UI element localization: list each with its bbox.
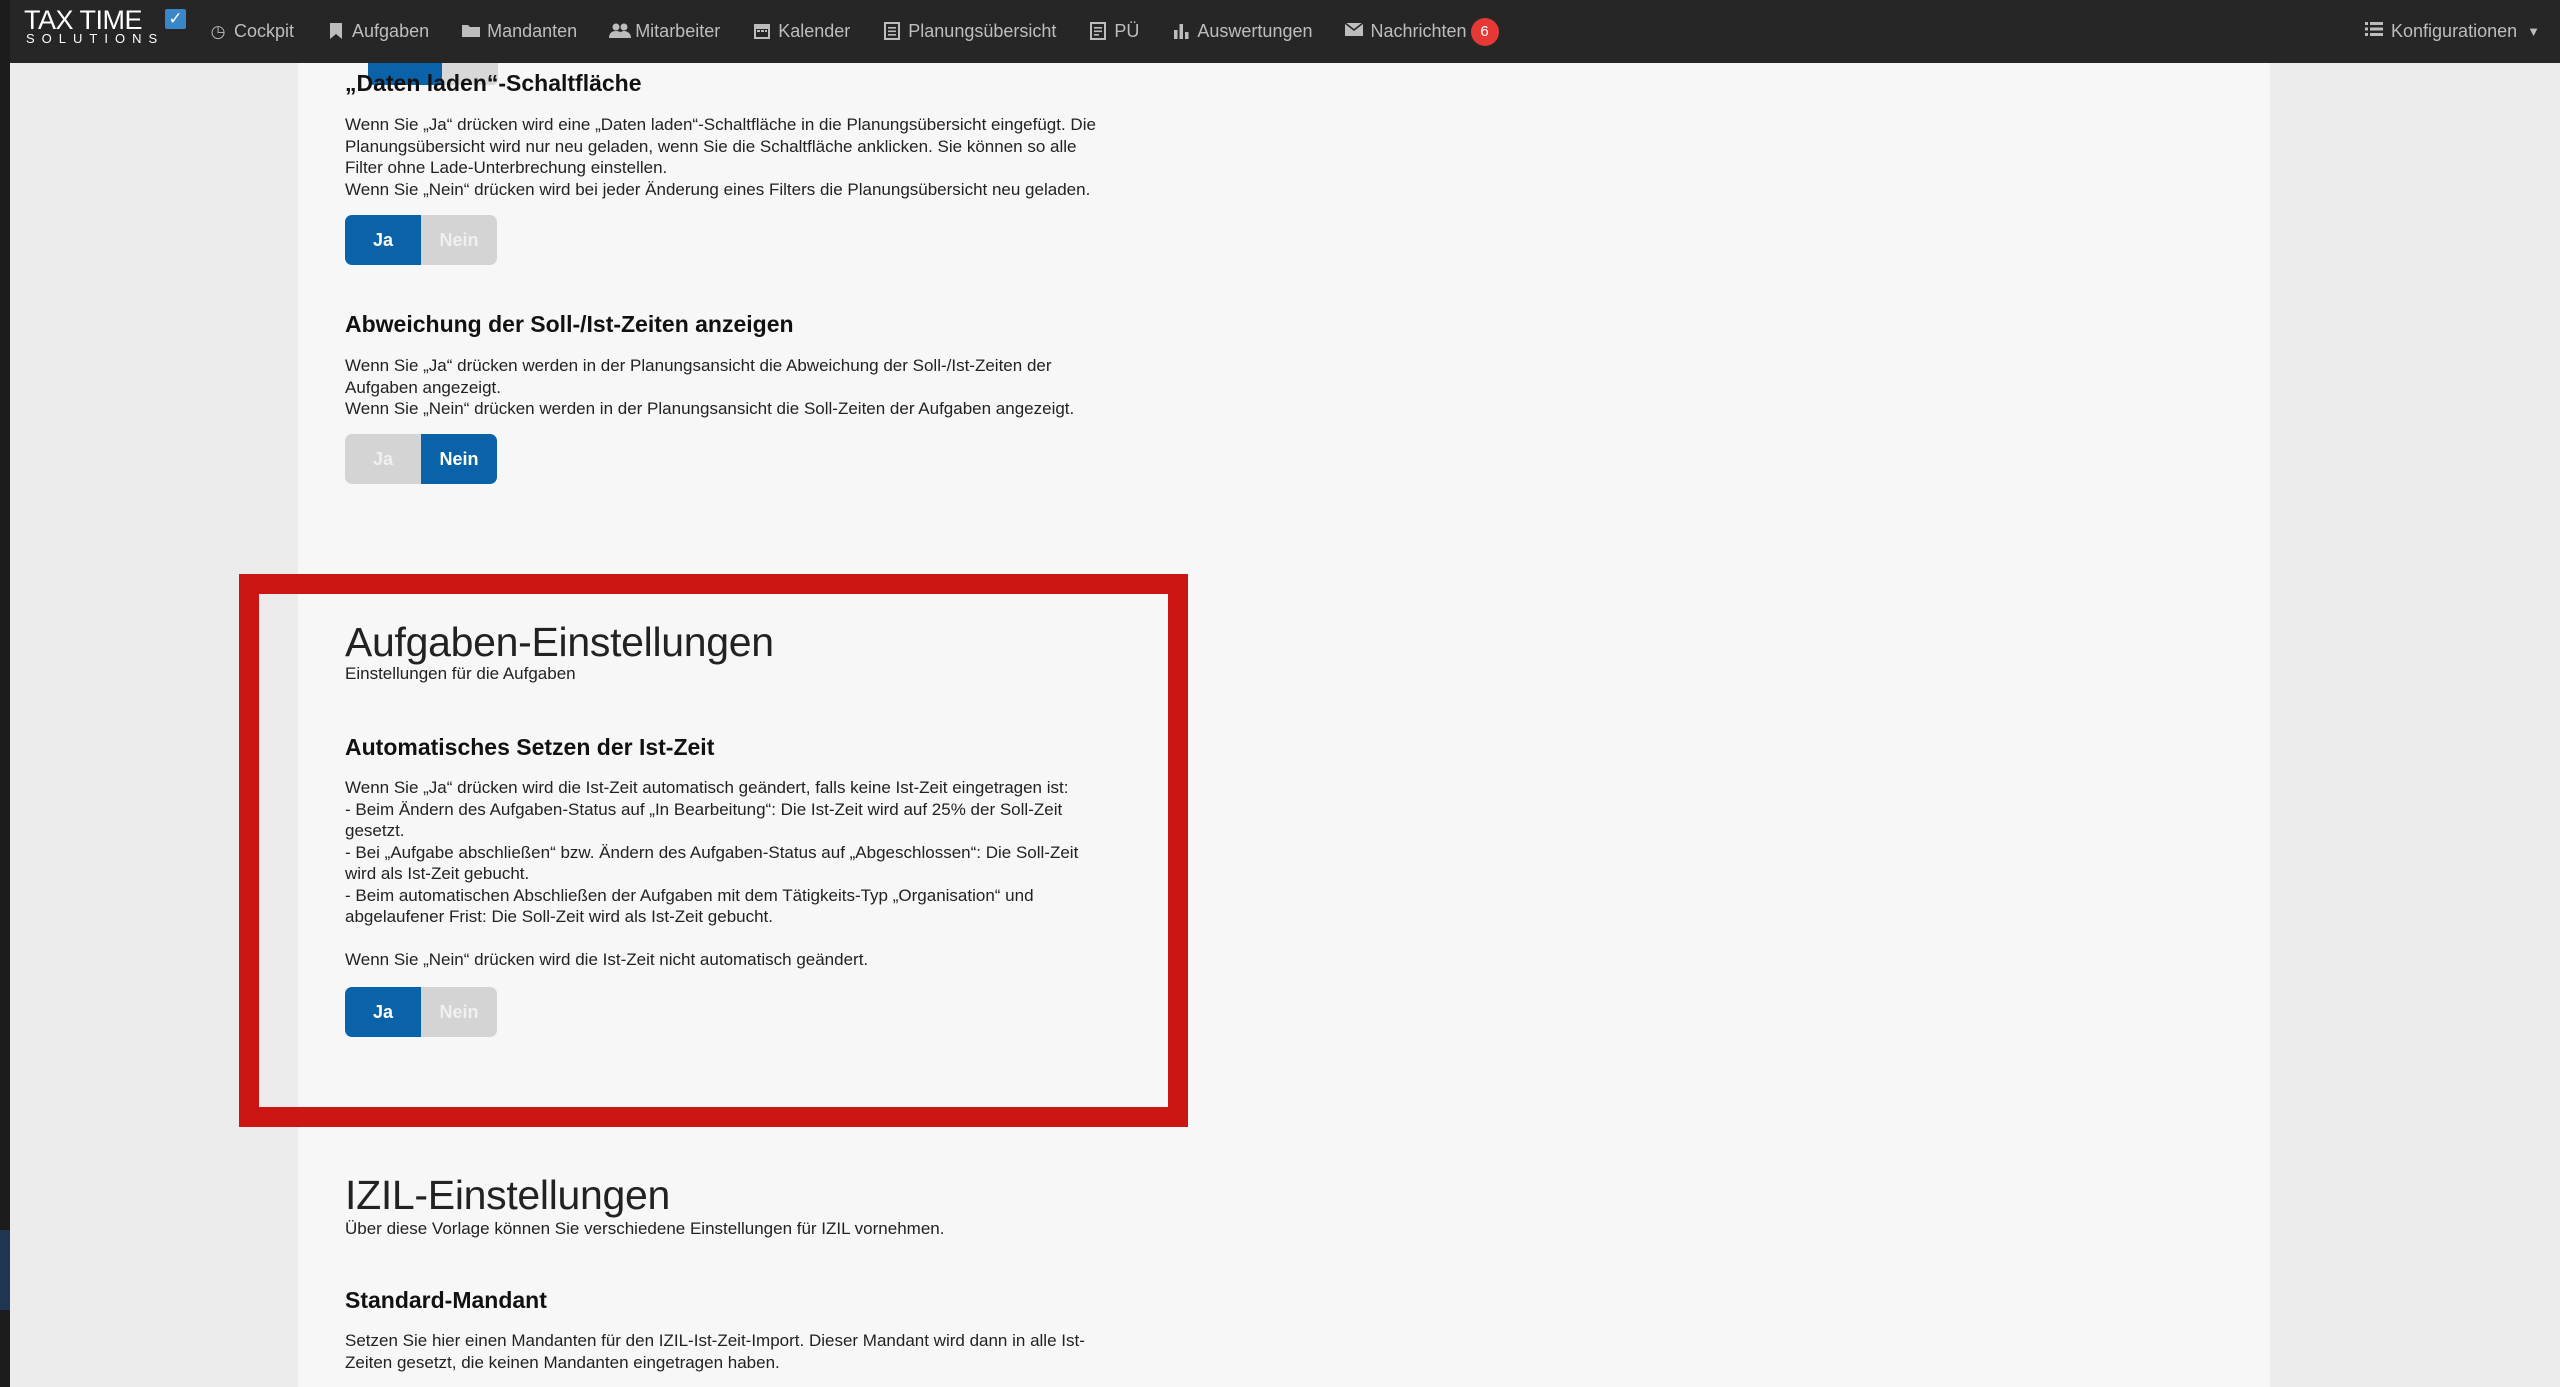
bookmark-icon <box>326 22 346 42</box>
window-left-edge <box>0 0 10 1387</box>
document-icon <box>1088 21 1108 42</box>
yes-button[interactable]: Ja <box>345 434 421 484</box>
nav-item-pue[interactable]: PÜ <box>1088 0 1139 63</box>
highlight-annotation-box <box>239 574 1188 1127</box>
setting-description: Setzen Sie hier einen Mandanten für den … <box>345 1330 1175 1373</box>
list-icon <box>882 21 902 42</box>
nav-item-label: Auswertungen <box>1197 21 1313 41</box>
left-edge-accent <box>0 1230 10 1310</box>
no-button[interactable]: Nein <box>421 215 497 265</box>
config-menu-label: Konfigurationen <box>2391 21 2518 41</box>
setting-title: „Daten laden“-Schaltfläche <box>345 70 642 96</box>
config-menu[interactable]: Konfigurationen ▼ <box>2365 0 2540 63</box>
description-line: Wenn Sie „Ja“ drücken werden in der Plan… <box>345 356 1052 375</box>
nav-item-label: Kalender <box>778 21 851 41</box>
description-line: Planungsübersicht wird nur neu geladen, … <box>345 136 1077 156</box>
description-line: Aufgaben angezeigt. <box>345 377 501 397</box>
abweichung-toggle: Ja Nein <box>345 434 497 484</box>
clock-icon: ◷ <box>210 21 226 41</box>
nav-item-label: Mandanten <box>487 21 578 41</box>
nav-item-cockpit[interactable]: ◷ Cockpit <box>208 0 294 63</box>
list-menu-icon <box>2365 21 2384 42</box>
section-subheading: Über diese Vorlage können Sie verschiede… <box>345 1219 945 1238</box>
description-line: Wenn Sie „Nein“ drücken werden in der Pl… <box>345 399 1075 418</box>
yes-button[interactable]: Ja <box>345 215 421 265</box>
section-heading: IZIL-Einstellungen <box>345 1172 671 1218</box>
nav-item-mandanten[interactable]: Mandanten <box>461 0 577 63</box>
messages-count-badge: 6 <box>1470 17 1499 46</box>
no-button[interactable]: Nein <box>421 434 497 484</box>
top-navigation-bar: TAX TIME ✓ SOLUTIONS ◷ Cockpit Aufgaben … <box>10 0 2560 63</box>
nav-item-label: PÜ <box>1114 21 1140 41</box>
logo-text-sub: SOLUTIONS <box>26 31 165 46</box>
daten-laden-toggle: Ja Nein <box>345 215 497 265</box>
description-line: Wenn Sie „Ja“ drücken wird eine „Daten l… <box>345 115 1096 134</box>
chevron-down-icon: ▼ <box>2527 24 2540 39</box>
setting-description: Wenn Sie „Ja“ drücken wird eine „Daten l… <box>345 114 1175 200</box>
calendar-icon <box>752 22 772 42</box>
setting-title: Abweichung der Soll-/Ist-Zeiten anzeigen <box>345 311 794 337</box>
users-icon <box>609 22 632 42</box>
app-logo[interactable]: TAX TIME ✓ SOLUTIONS <box>24 0 194 63</box>
nav-item-mitarbeiter[interactable]: Mitarbeiter <box>609 0 720 63</box>
folder-icon <box>461 22 481 42</box>
section-abweichung: Abweichung der Soll-/Ist-Zeiten anzeigen <box>345 311 1175 338</box>
nav-item-planungsuebersicht[interactable]: Planungsübersicht <box>882 0 1056 63</box>
description-line: Setzen Sie hier einen Mandanten für den … <box>345 1331 1085 1350</box>
nav-item-label: Aufgaben <box>352 21 430 41</box>
nav-item-auswertungen[interactable]: Auswertungen <box>1171 0 1312 63</box>
nav-item-nachrichten[interactable]: Nachrichten 6 <box>1344 0 1499 63</box>
description-line: Filter ohne Lade-Unterbrechung einstelle… <box>345 158 668 177</box>
nav-item-label: Cockpit <box>234 21 295 41</box>
description-line: Wenn Sie „Nein“ drücken wird bei jeder Ä… <box>345 179 1091 199</box>
setting-standard-mandant: Standard-Mandant <box>345 1287 1175 1314</box>
nav-menu: ◷ Cockpit Aufgaben Mandanten Mitarbeiter <box>208 0 1531 63</box>
nav-item-label: Nachrichten <box>1370 21 1467 41</box>
description-line: Zeiten gesetzt, die keinen Mandanten ein… <box>345 1352 780 1372</box>
nav-item-kalender[interactable]: Kalender <box>752 0 850 63</box>
logo-check-icon: ✓ <box>165 9 186 29</box>
section-izil-einstellungen: IZIL-Einstellungen Über diese Vorlage kö… <box>345 1173 1175 1239</box>
nav-item-label: Mitarbeiter <box>635 21 721 41</box>
section-daten-laden: „Daten laden“-Schaltfläche <box>345 70 1175 97</box>
nav-item-aufgaben[interactable]: Aufgaben <box>326 0 429 63</box>
bar-chart-icon <box>1171 22 1191 42</box>
nav-item-label: Planungsübersicht <box>908 21 1057 41</box>
envelope-icon <box>1344 21 1364 42</box>
setting-title: Standard-Mandant <box>345 1287 547 1313</box>
setting-description: Wenn Sie „Ja“ drücken werden in der Plan… <box>345 355 1175 420</box>
logo-text-main: TAX TIME <box>24 5 143 35</box>
